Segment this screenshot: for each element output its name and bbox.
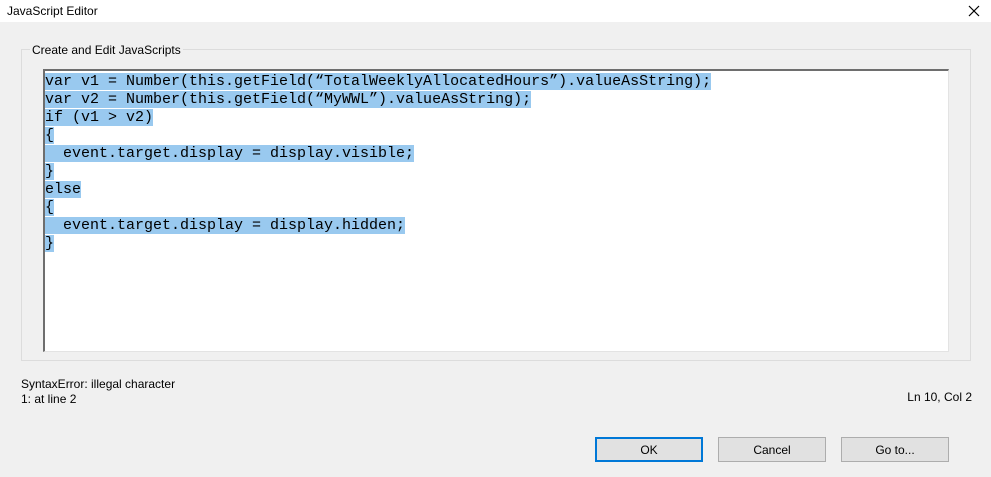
cursor-position: Ln 10, Col 2: [907, 390, 972, 404]
code-line[interactable]: {: [45, 199, 948, 217]
code-line[interactable]: if (v1 > v2): [45, 109, 948, 127]
code-line-text: event.target.display = display.visible;: [45, 145, 415, 162]
code-line-text: event.target.display = display.hidden;: [45, 217, 406, 234]
code-line-text: if (v1 > v2): [45, 109, 154, 126]
code-line[interactable]: else: [45, 181, 948, 199]
javascript-editor-dialog: JavaScript Editor Create and Edit JavaSc…: [0, 0, 991, 477]
error-message: SyntaxError: illegal character: [21, 377, 176, 391]
go-to-button[interactable]: Go to...: [841, 437, 949, 462]
code-line-text: {: [45, 199, 55, 216]
groupbox-label: Create and Edit JavaScripts: [30, 43, 183, 57]
code-editor[interactable]: var v1 = Number(this.getField(“TotalWeek…: [43, 69, 949, 352]
code-line[interactable]: {: [45, 127, 948, 145]
code-line[interactable]: var v1 = Number(this.getField(“TotalWeek…: [45, 73, 948, 91]
code-line-text: }: [45, 163, 55, 180]
error-location: 1: at line 2: [21, 392, 77, 406]
code-line[interactable]: event.target.display = display.hidden;: [45, 217, 948, 235]
code-line-text: }: [45, 235, 55, 252]
cancel-button[interactable]: Cancel: [718, 437, 826, 462]
code-line[interactable]: }: [45, 163, 948, 181]
syntax-error-status: SyntaxError: illegal character 1: at lin…: [21, 377, 175, 407]
code-line-text: var v2 = Number(this.getField(“MyWWL”).v…: [45, 91, 532, 108]
window-title: JavaScript Editor: [7, 4, 98, 18]
code-line[interactable]: var v2 = Number(this.getField(“MyWWL”).v…: [45, 91, 948, 109]
code-line-text: {: [45, 127, 55, 144]
title-bar[interactable]: JavaScript Editor: [0, 0, 991, 22]
close-icon: [968, 5, 980, 17]
code-line[interactable]: event.target.display = display.visible;: [45, 145, 948, 163]
code-line-text: else: [45, 181, 82, 198]
code-line-text: var v1 = Number(this.getField(“TotalWeek…: [45, 73, 712, 90]
close-button[interactable]: [957, 0, 991, 22]
ok-button[interactable]: OK: [595, 437, 703, 462]
code-line[interactable]: }: [45, 235, 948, 253]
